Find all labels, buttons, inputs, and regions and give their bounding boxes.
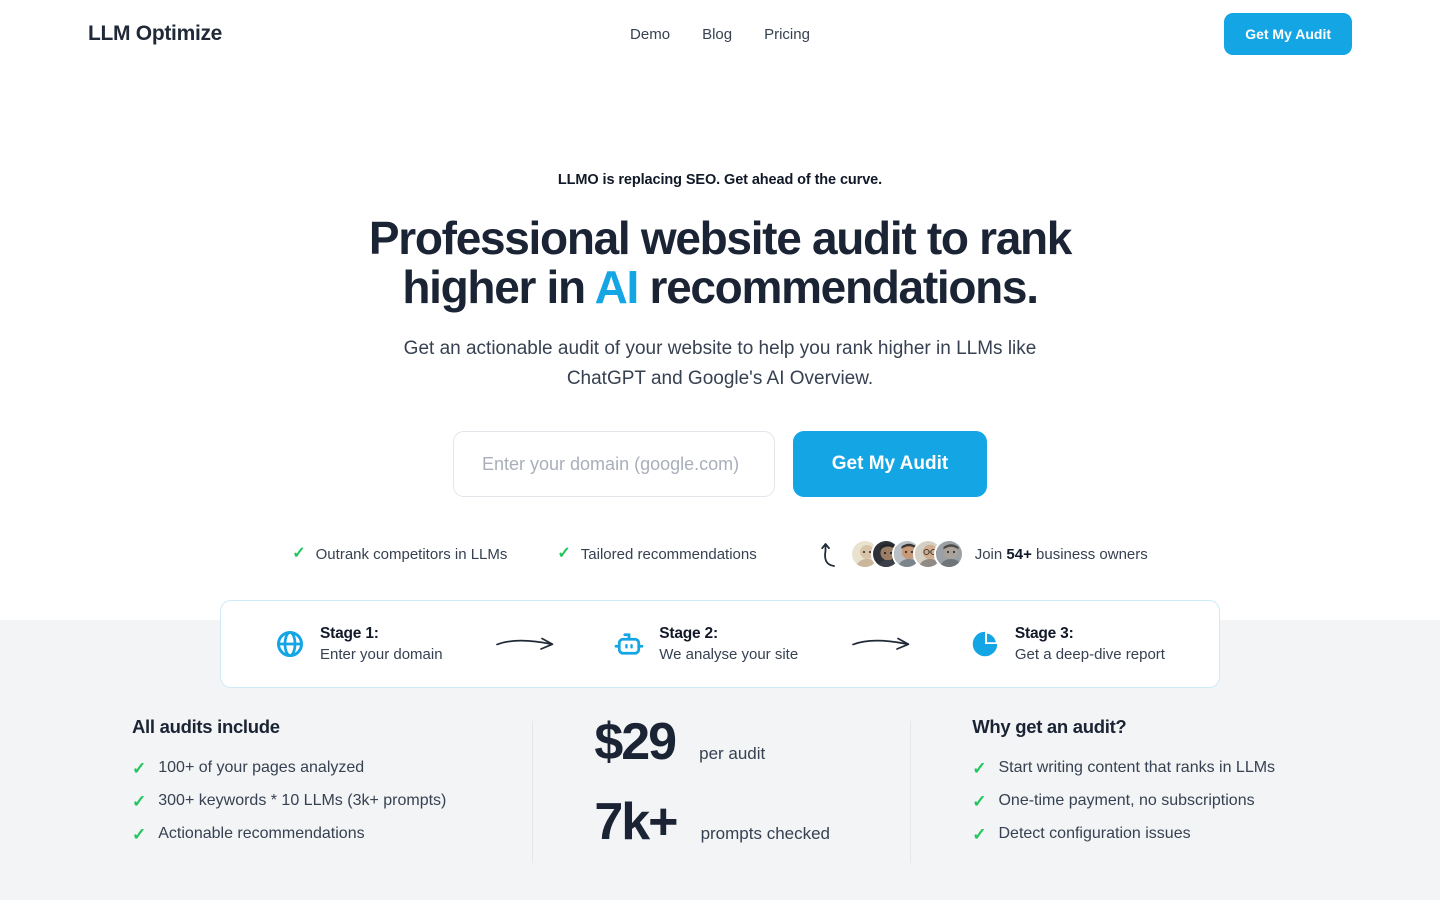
stat-value: $29	[594, 713, 677, 771]
stage-subtitle: We analyse your site	[659, 646, 799, 663]
pricing-stats-column: $29 per audit 7k+ prompts checked	[532, 716, 910, 863]
list-item-label: Actionable recommendations	[158, 825, 365, 842]
column-divider	[532, 721, 534, 863]
stage-title: Stage 1:	[320, 625, 379, 642]
check-icon: ✓	[972, 824, 987, 844]
trust-item-tailored: ✓ Tailored recommendations	[557, 546, 756, 563]
list-item-label: One-time payment, no subscriptions	[998, 792, 1255, 809]
list-item-label: Start writing content that ranks in LLMs	[998, 759, 1276, 776]
hero-section: LLMO is replacing SEO. Get ahead of the …	[0, 68, 1440, 570]
social-proof-suffix: business owners	[1031, 545, 1148, 563]
column-title: Why get an audit?	[972, 716, 1127, 737]
column-title: All audits include	[132, 716, 280, 737]
avatar-group	[849, 539, 964, 570]
social-proof: Join 54+ business owners	[821, 539, 1148, 570]
stat-label: per audit	[699, 744, 766, 763]
list-item-label: 300+ keywords * 10 LLMs (3k+ prompts)	[158, 792, 447, 809]
stage-3: Stage 3: Get a deep-dive report	[970, 625, 1165, 663]
headline-line-1: Professional website audit to rank	[368, 212, 1073, 264]
why-audit-column: Why get an audit? ✓ Start writing conten…	[910, 716, 1308, 863]
stage-title: Stage 2:	[659, 625, 718, 642]
site-header: LLM Optimize Demo Blog Pricing Get My Au…	[0, 0, 1440, 68]
trust-item-label: Outrank competitors in LLMs	[315, 545, 508, 563]
trust-item-label: Tailored recommendations	[580, 545, 757, 563]
robot-icon	[614, 633, 644, 655]
headline-highlight-ai: AI	[594, 261, 640, 314]
stage-2: Stage 2: We analyse your site	[614, 625, 798, 663]
list-item: ✓ 100+ of your pages analyzed	[132, 759, 532, 777]
stage-subtitle: Get a deep-dive report	[1014, 646, 1165, 663]
list-item: ✓ Start writing content that ranks in LL…	[972, 759, 1308, 777]
trust-item-outrank: ✓ Outrank competitors in LLMs	[292, 546, 507, 563]
stage-title: Stage 3:	[1014, 625, 1074, 642]
stat-value: 7k+	[594, 793, 678, 851]
curved-up-arrow-icon	[821, 543, 835, 568]
audits-include-column: All audits include ✓ 100+ of your pages …	[132, 716, 532, 848]
column-divider	[910, 721, 912, 863]
check-icon: ✓	[557, 545, 571, 563]
why-list: ✓ Start writing content that ranks in LL…	[972, 759, 1308, 843]
nav-link-pricing[interactable]: Pricing	[764, 26, 810, 43]
hero-headline: Professional website audit to rank highe…	[0, 212, 1440, 314]
audit-form: Get My Audit	[0, 431, 1440, 498]
headline-line-2-post: recommendations.	[638, 261, 1039, 314]
hero-eyebrow: LLMO is replacing SEO. Get ahead of the …	[557, 172, 883, 188]
list-item-label: Detect configuration issues	[998, 825, 1191, 842]
nav-link-blog[interactable]: Blog	[702, 26, 732, 43]
bottom-columns: All audits include ✓ 100+ of your pages …	[0, 716, 1440, 863]
list-item: ✓ Actionable recommendations	[132, 825, 532, 843]
check-icon: ✓	[132, 824, 147, 844]
hero-subheadline: Get an actionable audit of your website …	[403, 338, 1037, 389]
stage-subtitle: Enter your domain	[320, 646, 443, 663]
list-item: ✓ Detect configuration issues	[972, 825, 1308, 843]
stat-label: prompts checked	[700, 824, 831, 843]
check-icon: ✓	[292, 545, 306, 563]
social-proof-prefix: Join	[974, 545, 1007, 563]
check-icon: ✓	[132, 791, 147, 811]
check-icon: ✓	[972, 791, 987, 811]
check-icon: ✓	[132, 758, 147, 778]
headline-line-2-pre: higher in	[402, 261, 595, 314]
flow-arrow-icon	[496, 637, 554, 650]
main-nav: Demo Blog Pricing	[630, 26, 810, 43]
trust-row: ✓ Outrank competitors in LLMs ✓ Tailored…	[0, 539, 1440, 570]
stat-prompts: 7k+ prompts checked	[594, 796, 910, 848]
flow-arrow-icon	[852, 637, 910, 650]
pie-chart-icon	[972, 631, 998, 657]
stat-price: $29 per audit	[594, 716, 910, 768]
includes-list: ✓ 100+ of your pages analyzed ✓ 300+ key…	[132, 759, 532, 843]
nav-link-demo[interactable]: Demo	[630, 26, 670, 43]
social-proof-count: 54+	[1006, 545, 1032, 563]
logo[interactable]: LLM Optimize	[88, 22, 222, 46]
check-icon: ✓	[972, 758, 987, 778]
list-item: ✓ One-time payment, no subscriptions	[972, 792, 1308, 810]
list-item-label: 100+ of your pages analyzed	[158, 759, 365, 776]
avatar	[933, 539, 964, 570]
list-item: ✓ 300+ keywords * 10 LLMs (3k+ prompts)	[132, 792, 532, 810]
stage-1: Stage 1: Enter your domain	[275, 625, 443, 663]
social-proof-text: Join 54+ business owners	[975, 546, 1148, 563]
header-get-my-audit-button[interactable]: Get My Audit	[1224, 13, 1352, 55]
stages-card: Stage 1: Enter your domain Stage 2: We a…	[220, 600, 1220, 688]
globe-icon	[277, 631, 303, 657]
hero-get-my-audit-button[interactable]: Get My Audit	[793, 431, 987, 498]
domain-input[interactable]	[453, 431, 775, 498]
